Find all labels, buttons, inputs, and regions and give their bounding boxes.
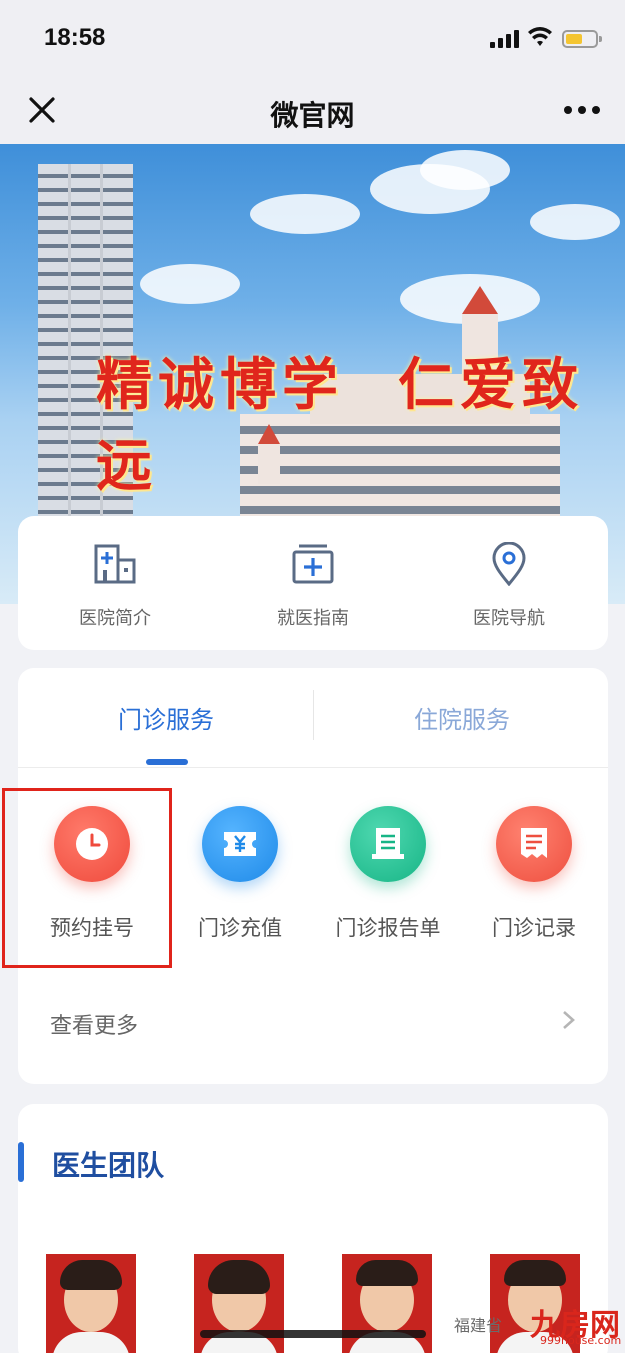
outpatient-report-label: 门诊报告单 bbox=[335, 916, 441, 940]
doctor-photo[interactable] bbox=[194, 1254, 284, 1353]
hospital-intro-label: 医院简介 bbox=[79, 608, 151, 629]
report-icon bbox=[372, 828, 404, 859]
outpatient-recharge-label: 门诊充值 bbox=[198, 916, 282, 940]
home-indicator[interactable] bbox=[200, 1330, 426, 1338]
hospital-building-icon bbox=[94, 544, 136, 584]
slogan-left: 精诚博学 bbox=[96, 352, 344, 418]
location-pin-icon bbox=[492, 541, 526, 587]
status-time: 18:58 bbox=[44, 24, 106, 51]
section-marker bbox=[18, 1142, 24, 1182]
outpatient-recharge-button[interactable]: 门诊充值 bbox=[166, 806, 314, 942]
tab-indicator bbox=[146, 759, 188, 765]
banner-slogan: 精诚博学 仁爱致远 bbox=[96, 340, 625, 502]
tab-outpatient[interactable]: 门诊服务 bbox=[18, 700, 314, 735]
hospital-navigation-label: 医院导航 bbox=[473, 608, 545, 629]
status-bar: 18:58 bbox=[0, 0, 625, 80]
wifi-icon bbox=[528, 27, 552, 46]
doctor-photo[interactable] bbox=[46, 1254, 136, 1353]
view-more-row[interactable]: 查看更多 bbox=[18, 986, 608, 1056]
hospital-navigation-link[interactable]: 医院导航 bbox=[434, 541, 584, 630]
yuan-ticket-icon bbox=[224, 832, 256, 856]
medical-guide-link[interactable]: 就医指南 bbox=[238, 542, 388, 630]
outpatient-report-button[interactable]: 门诊报告单 bbox=[314, 806, 462, 942]
outpatient-record-label: 门诊记录 bbox=[492, 916, 576, 940]
highlight-box bbox=[2, 788, 172, 968]
tab-inpatient[interactable]: 住院服务 bbox=[314, 700, 610, 735]
nav-bar: 微官网 bbox=[0, 80, 625, 144]
chevron-right-icon bbox=[563, 1011, 575, 1029]
doctors-title: 医生团队 bbox=[52, 1149, 165, 1182]
quick-links-card: 医院简介 就医指南 医院导航 bbox=[18, 516, 608, 650]
hospital-intro-link[interactable]: 医院简介 bbox=[40, 542, 190, 630]
cellular-signal-icon bbox=[490, 30, 520, 48]
page-title: 微官网 bbox=[270, 99, 355, 132]
record-list-icon bbox=[521, 828, 547, 858]
more-icon[interactable] bbox=[560, 104, 604, 116]
watermark-url: 999house.com bbox=[540, 1334, 622, 1347]
medical-kit-icon bbox=[292, 544, 334, 584]
battery-icon bbox=[562, 30, 602, 48]
doctors-card: 医生团队 bbox=[18, 1104, 608, 1353]
medical-guide-label: 就医指南 bbox=[277, 608, 349, 629]
view-more-label: 查看更多 bbox=[50, 1014, 139, 1039]
outpatient-record-button[interactable]: 门诊记录 bbox=[460, 806, 608, 942]
watermark-text: 福建省 bbox=[454, 1316, 503, 1335]
doctor-photo[interactable] bbox=[342, 1254, 432, 1353]
service-tabs: 门诊服务 住院服务 bbox=[18, 668, 608, 768]
